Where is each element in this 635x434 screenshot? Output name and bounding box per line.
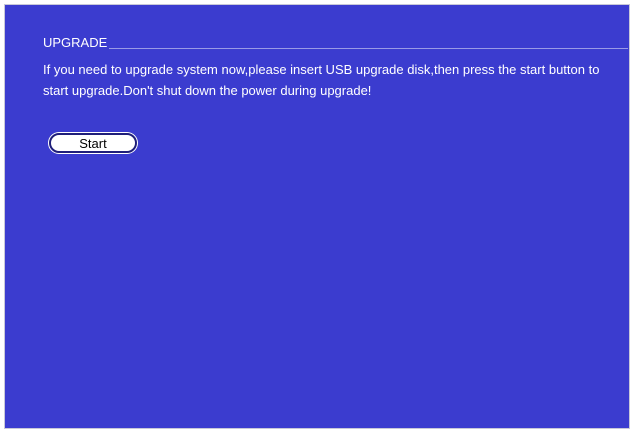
section-divider (109, 48, 628, 49)
section-title: UPGRADE (43, 35, 108, 50)
section-header: UPGRADE (43, 34, 628, 50)
upgrade-instructions: If you need to upgrade system now,please… (43, 62, 600, 98)
start-button-label: Start (79, 135, 107, 151)
upgrade-screen: UPGRADE If you need to upgrade system no… (4, 4, 630, 429)
start-button[interactable]: Start (49, 133, 137, 153)
